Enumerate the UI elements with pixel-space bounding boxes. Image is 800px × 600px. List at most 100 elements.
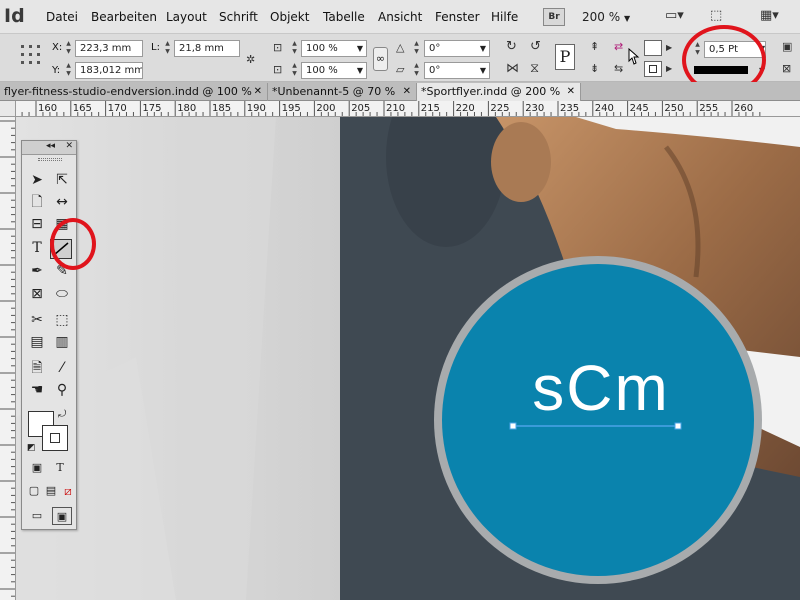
rotate-ccw-icon[interactable]: ↺ xyxy=(530,39,541,55)
arrange-documents-icon[interactable]: ▦▾ xyxy=(760,8,779,26)
close-icon[interactable]: ✕ xyxy=(403,83,411,100)
photo-hand xyxy=(491,122,551,202)
ruler-origin[interactable] xyxy=(0,101,16,117)
quick-apply-icon[interactable]: ⊠ xyxy=(782,61,791,77)
panel-menu-icon[interactable]: ▣ xyxy=(782,39,792,55)
preview-view-icon[interactable]: ▣ xyxy=(52,507,72,525)
ruler-label: 215 xyxy=(420,103,440,114)
menu-datei[interactable]: Datei xyxy=(46,10,78,24)
tab-label: *Sportflyer.indd @ 200 % xyxy=(421,85,561,98)
shear-spinner[interactable]: ▲ ▼ xyxy=(412,62,421,79)
bridge-button[interactable]: Br xyxy=(543,8,565,26)
x-spinner[interactable]: ▲ ▼ xyxy=(64,40,73,57)
ruler-label: 180 xyxy=(177,103,197,114)
stroke-dropdown-icon[interactable]: ▶ xyxy=(666,64,672,73)
reference-point-icon[interactable] xyxy=(20,44,42,66)
menu-layout[interactable]: Layout xyxy=(166,10,207,24)
page-tool-icon[interactable]: 🗋 xyxy=(27,193,47,211)
ruler-label: 170 xyxy=(107,103,127,114)
ruler-label: 195 xyxy=(281,103,301,114)
grip-icon[interactable] xyxy=(38,158,62,161)
fill-swatch[interactable] xyxy=(644,40,662,56)
menu-fenster[interactable]: Fenster xyxy=(435,10,480,24)
stroke-color-icon[interactable] xyxy=(42,425,68,451)
ellipse-tool-icon[interactable]: ⬭ xyxy=(52,285,72,303)
zoom-tool-icon[interactable]: ⚲ xyxy=(52,381,72,399)
select-previous-icon[interactable]: ⇄ xyxy=(614,39,623,55)
line-handle-end[interactable] xyxy=(674,422,682,430)
tab-sportflyer[interactable]: *Sportflyer.indd @ 200 % ✕ xyxy=(417,83,581,101)
stroke-swatch[interactable] xyxy=(644,61,662,77)
scale-x-spinner[interactable]: ▲ ▼ xyxy=(290,40,299,57)
scale-y-field[interactable]: 100 % ▼ xyxy=(301,62,367,79)
close-icon[interactable]: ✕ xyxy=(65,141,73,151)
ruler-label: 160 xyxy=(38,103,58,114)
length-field[interactable]: 21,8 mm xyxy=(174,40,240,57)
y-field[interactable]: 183,012 mm xyxy=(75,62,143,79)
constrain-proportions-icon[interactable]: ∞ xyxy=(373,47,388,71)
line-handle-start[interactable] xyxy=(509,422,517,430)
horizontal-ruler[interactable]: 160 165 170 175 180 185 190 195 200 205 210 215 220 2… xyxy=(16,101,800,117)
menu-hilfe[interactable]: Hilfe xyxy=(491,10,518,24)
rotate-cw-icon[interactable]: ↻ xyxy=(506,39,517,55)
ruler-label: 240 xyxy=(594,103,614,114)
collapse-icon[interactable]: ◂◂ xyxy=(46,141,55,151)
scissors-tool-icon[interactable]: ✂ xyxy=(27,311,47,329)
l-spinner[interactable]: ▲ ▼ xyxy=(163,40,172,57)
apply-none-icon[interactable]: ⧄ xyxy=(58,482,78,500)
ruler-label: 230 xyxy=(525,103,545,114)
rotate-spinner[interactable]: ▲ ▼ xyxy=(412,40,421,57)
free-transform-tool-icon[interactable]: ⬚ xyxy=(52,311,72,329)
type-tool-icon[interactable]: T xyxy=(27,239,47,257)
gradient-feather-tool-icon[interactable]: ▥ xyxy=(52,333,72,351)
gap-tool-icon[interactable]: ↔ xyxy=(52,193,72,211)
document-canvas[interactable]: sCm xyxy=(16,117,800,600)
select-content-icon[interactable]: ⇟ xyxy=(590,61,599,77)
rectangle-frame-tool-icon[interactable]: ⊠ xyxy=(27,285,47,303)
ruler-label: 220 xyxy=(455,103,475,114)
menu-bearbeiten[interactable]: Bearbeiten xyxy=(91,10,157,24)
eyedropper-tool-icon[interactable]: ⁄ xyxy=(52,359,72,377)
menu-ansicht[interactable]: Ansicht xyxy=(378,10,422,24)
constrain-icon[interactable]: ✲ xyxy=(246,52,255,68)
gradient-tool-icon[interactable]: ▤ xyxy=(27,333,47,351)
x-field[interactable]: 223,3 mm xyxy=(75,40,143,57)
close-icon[interactable]: ✕ xyxy=(567,83,575,100)
tools-panel-header[interactable]: ◂◂ ✕ xyxy=(22,141,76,155)
zoom-select[interactable]: 200 % ▼ xyxy=(582,10,630,24)
shear-icon: ▱ xyxy=(396,63,405,76)
flip-vertical-icon[interactable]: ⧖ xyxy=(530,61,539,77)
flip-horizontal-icon[interactable]: ⋈ xyxy=(506,61,519,77)
view-options-icon[interactable]: ⬚ xyxy=(710,8,722,26)
screen-mode-icon[interactable]: ▭▾ xyxy=(665,8,684,26)
tab-unbenannt[interactable]: *Unbenannt-5 @ 70 % ✕ xyxy=(268,83,417,101)
vertical-ruler[interactable] xyxy=(0,117,16,600)
select-next-icon[interactable]: ⇆ xyxy=(614,61,623,77)
y-spinner[interactable]: ▲ ▼ xyxy=(64,62,73,79)
menu-objekt[interactable]: Objekt xyxy=(270,10,309,24)
tab-flyer-fitness[interactable]: flyer-fitness-studio-endversion.indd @ 1… xyxy=(0,83,268,101)
select-container-icon[interactable]: ⇞ xyxy=(590,39,599,55)
normal-view-icon[interactable]: ▭ xyxy=(27,507,47,525)
menu-tabelle[interactable]: Tabelle xyxy=(323,10,365,24)
scale-x-value: 100 % xyxy=(306,43,338,54)
formatting-container-icon[interactable]: ▣ xyxy=(27,459,47,477)
fill-dropdown-icon[interactable]: ▶ xyxy=(666,43,672,52)
close-icon[interactable]: ✕ xyxy=(254,83,262,100)
ruler-label: 255 xyxy=(699,103,719,114)
swap-colors-icon[interactable]: ⤾ xyxy=(58,409,66,420)
scale-x-field[interactable]: 100 % ▼ xyxy=(301,40,367,57)
shear-field[interactable]: 0° ▼ xyxy=(424,62,490,79)
menu-schrift[interactable]: Schrift xyxy=(219,10,258,24)
pen-tool-icon[interactable]: ✒ xyxy=(27,262,47,280)
default-colors-icon[interactable]: ◩ xyxy=(27,443,36,453)
scale-y-spinner[interactable]: ▲ ▼ xyxy=(290,62,299,79)
rotate-field[interactable]: 0° ▼ xyxy=(424,40,490,57)
content-collector-icon[interactable]: ⊟ xyxy=(27,215,47,233)
note-tool-icon[interactable]: 🗎 xyxy=(27,359,47,377)
selection-tool-icon[interactable]: ➤ xyxy=(27,171,47,189)
hand-tool-icon[interactable]: ☚ xyxy=(27,381,47,399)
zoom-value: 200 % xyxy=(582,10,621,24)
direct-selection-tool-icon[interactable]: ⇱ xyxy=(52,171,72,189)
formatting-text-icon[interactable]: T xyxy=(50,459,70,477)
